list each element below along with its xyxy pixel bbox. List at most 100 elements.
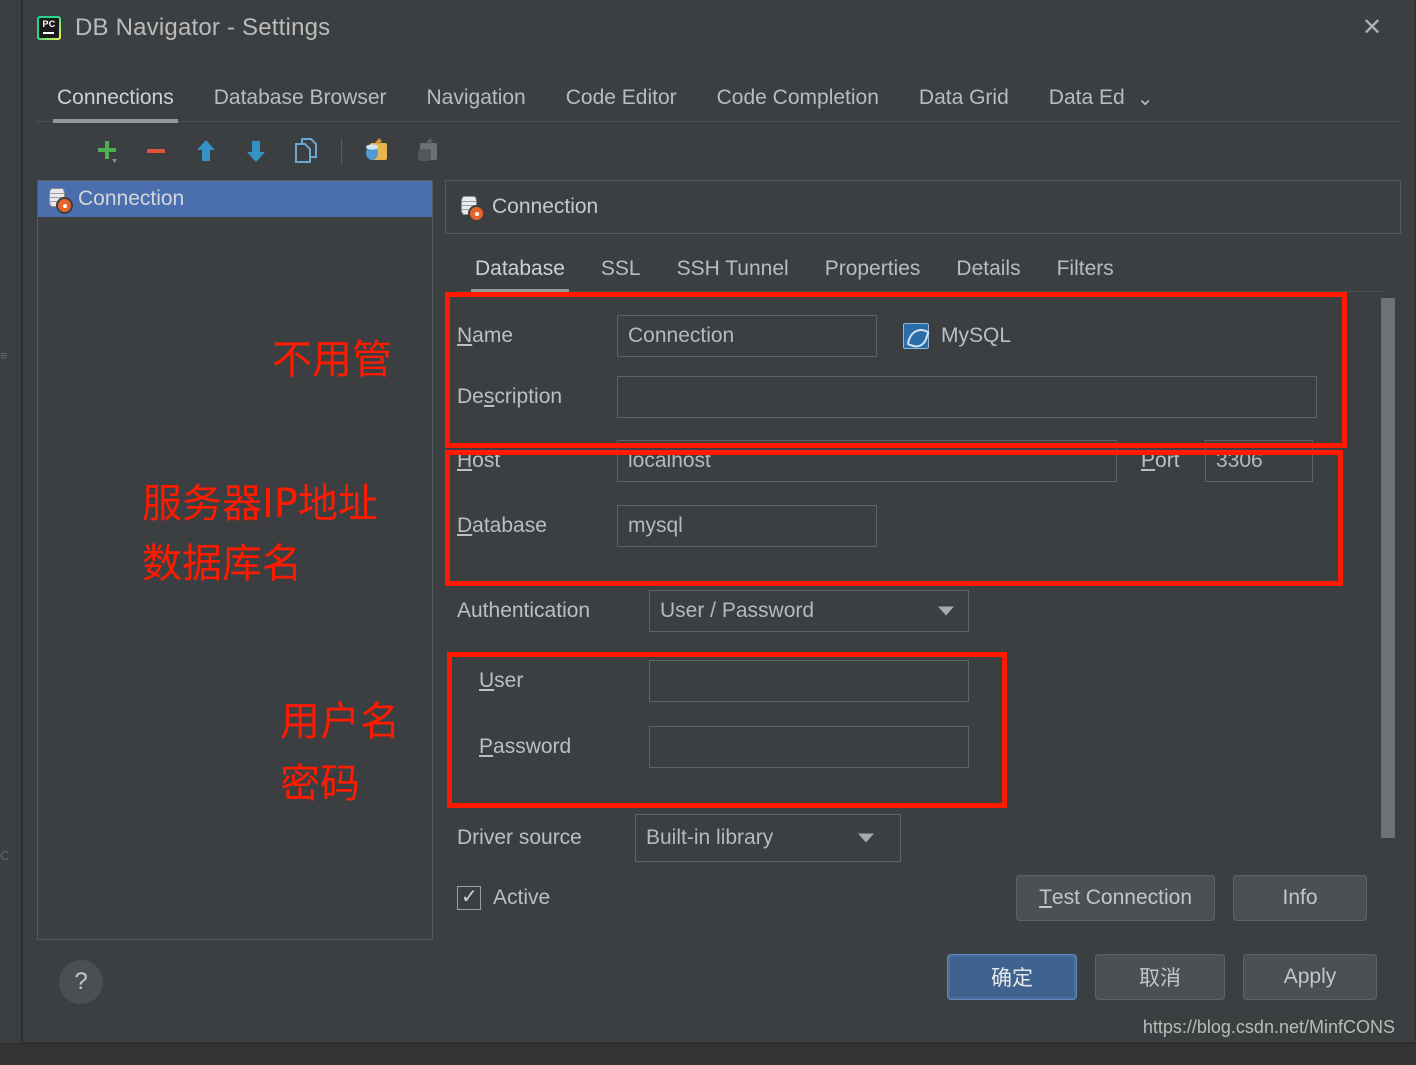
tab-code-editor[interactable]: Code Editor — [546, 86, 697, 122]
subtab-ssh-tunnel-label: SSH Tunnel — [676, 257, 789, 280]
copy-icon[interactable] — [281, 131, 331, 171]
user-label: User — [457, 669, 649, 693]
password-label: Password — [457, 735, 649, 759]
subtab-filters[interactable]: Filters — [1039, 257, 1132, 292]
cancel-button[interactable]: 取消 — [1095, 954, 1225, 1000]
database-settings-icon — [48, 187, 71, 212]
form-scrollbar[interactable] — [1381, 296, 1395, 934]
annotation-server-ip-address: 服务器IP地址 — [142, 481, 378, 527]
active-actions-row: Active Test Connection Info — [457, 868, 1367, 928]
info-button[interactable]: Info — [1233, 875, 1367, 921]
driver-source-select[interactable]: Built-in library — [635, 814, 901, 862]
detail-subtabbar: Database SSL SSH Tunnel Properties Detai… — [445, 234, 1401, 293]
subtab-properties[interactable]: Properties — [807, 257, 939, 292]
connections-toolbar — [23, 122, 1415, 180]
description-row: Description — [457, 366, 1367, 428]
port-label: Port — [1141, 449, 1180, 472]
name-label-mnemonic: N — [457, 324, 473, 347]
name-input[interactable]: Connection — [617, 315, 877, 357]
port-label-mnemonic: P — [1141, 449, 1156, 472]
connection-detail-pane: Connection Database SSL SSH Tunnel Prope… — [445, 180, 1401, 940]
database-label-rest: atabase — [472, 514, 547, 537]
ide-ghost-glyph-top: ≡ — [0, 348, 8, 363]
import-icon[interactable] — [402, 131, 452, 171]
tab-connections-label: Connections — [57, 86, 174, 109]
tab-data-editor-label: Data Editor — [1048, 86, 1125, 109]
authentication-label: Authentication — [457, 599, 591, 622]
host-row: Host localhost Port 3306 — [457, 428, 1367, 494]
form-scrollbar-thumb[interactable] — [1381, 298, 1395, 838]
user-label-mnemonic: U — [479, 669, 495, 692]
name-label: Name — [457, 324, 514, 347]
pycharm-icon-bar — [43, 31, 54, 34]
tab-database-browser-label: Database Browser — [213, 86, 387, 109]
driver-source-value: Built-in library — [646, 826, 774, 849]
subtab-ssl[interactable]: SSL — [583, 257, 659, 292]
arrow-down-icon[interactable] — [231, 131, 281, 171]
password-row: Password — [457, 714, 1367, 780]
ok-button[interactable]: 确定 — [947, 954, 1077, 1000]
subtab-ssl-label: SSL — [600, 257, 641, 280]
subtab-details[interactable]: Details — [938, 257, 1038, 292]
tab-navigation[interactable]: Navigation — [407, 86, 546, 122]
tab-data-grid[interactable]: Data Grid — [899, 86, 1029, 122]
description-label-b: cription — [494, 385, 563, 408]
chevron-down-icon — [938, 606, 954, 616]
chevron-down-icon[interactable]: ⌄ — [1125, 86, 1168, 122]
apply-button[interactable]: Apply — [1243, 954, 1377, 1000]
detail-header: Connection — [445, 180, 1401, 234]
annotation-no-need-to-manage: 不用管 — [272, 337, 392, 383]
detail-header-title: Connection — [492, 195, 599, 218]
authentication-row: Authentication User / Password — [457, 574, 1367, 648]
user-input[interactable] — [649, 660, 969, 702]
dialog-titlebar: PC DB Navigator - Settings ✕ — [23, 0, 1415, 56]
dialog-title: DB Navigator - Settings — [75, 14, 331, 41]
footer-button-group: 确定 取消 Apply — [947, 954, 1377, 1000]
authentication-value: User / Password — [660, 599, 815, 622]
pycharm-icon: PC — [37, 16, 61, 40]
subtab-ssh-tunnel[interactable]: SSH Tunnel — [659, 257, 807, 292]
test-connection-label: est Connection — [1051, 886, 1192, 909]
chevron-down-icon — [858, 833, 874, 843]
tab-connections[interactable]: Connections — [37, 86, 194, 123]
pycharm-icon-text: PC — [42, 19, 56, 29]
user-label-rest: ser — [494, 669, 524, 692]
list-item[interactable]: Connection — [38, 181, 432, 217]
test-connection-button[interactable]: Test Connection — [1016, 875, 1215, 921]
active-checkbox[interactable] — [457, 884, 481, 910]
database-form: Name Connection MySQL Description Host l… — [445, 292, 1401, 940]
dialog-footer: ? 确定 取消 Apply https://blog.csdn.net/Minf… — [23, 930, 1415, 1042]
tab-code-editor-label: Code Editor — [565, 86, 677, 109]
tab-code-completion[interactable]: Code Completion — [697, 86, 899, 122]
tab-navigation-label: Navigation — [426, 86, 526, 109]
database-row: Database mysql — [457, 494, 1367, 558]
tab-data-editor[interactable]: Data Editor — [1029, 86, 1125, 122]
description-input[interactable] — [617, 376, 1317, 418]
port-input[interactable]: 3306 — [1205, 440, 1313, 482]
watermark-text: https://blog.csdn.net/MinfCONS — [1140, 1017, 1397, 1038]
subtab-database[interactable]: Database — [457, 257, 583, 293]
annotation-password: 密码 — [280, 761, 360, 807]
active-label: Active — [493, 886, 551, 909]
paste-database-icon[interactable] — [352, 131, 402, 171]
ide-left-strip — [0, 0, 22, 1065]
plus-icon[interactable] — [81, 131, 131, 171]
host-label: Host — [457, 449, 501, 472]
close-icon[interactable]: ✕ — [1355, 10, 1389, 44]
help-button[interactable]: ? — [59, 960, 103, 1004]
authentication-select[interactable]: User / Password — [649, 590, 969, 632]
driver-source-label: Driver source — [457, 826, 582, 849]
minus-icon[interactable] — [131, 131, 181, 171]
database-label-mnemonic: D — [457, 514, 473, 537]
tab-database-browser[interactable]: Database Browser — [194, 86, 407, 122]
subtab-database-label: Database — [475, 257, 565, 280]
subtab-filters-label: Filters — [1056, 257, 1114, 280]
tab-code-completion-label: Code Completion — [716, 86, 879, 109]
arrow-up-icon[interactable] — [181, 131, 231, 171]
database-input[interactable]: mysql — [617, 505, 877, 547]
password-input[interactable] — [649, 726, 969, 768]
subtab-properties-label: Properties — [824, 257, 921, 280]
list-item-label: Connection — [78, 187, 185, 210]
host-input[interactable]: localhost — [617, 440, 1117, 482]
driver-source-row: Driver source Built-in library — [457, 814, 1367, 862]
